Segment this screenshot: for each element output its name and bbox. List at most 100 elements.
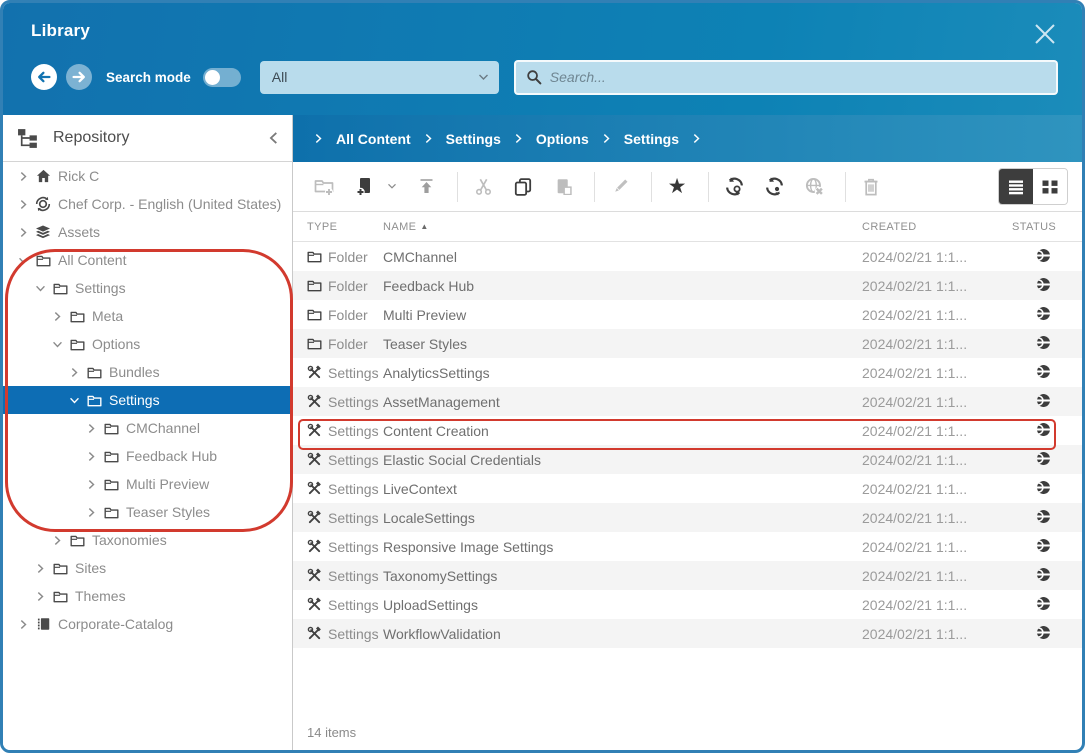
chevron-right-icon[interactable] — [51, 311, 63, 322]
table-row[interactable]: Settings AnalyticsSettings 2024/02/21 1:… — [293, 358, 1082, 387]
tree-item-settings[interactable]: Settings — [3, 274, 292, 302]
publish-button[interactable] — [717, 170, 751, 204]
content-name: CMChannel — [383, 249, 862, 265]
tree-item-taxonomies[interactable]: Taxonomies — [3, 526, 292, 554]
created-date: 2024/02/21 1:1... — [862, 336, 1012, 352]
new-content-dropdown-chevron-icon[interactable] — [381, 170, 403, 204]
content-name: WorkflowValidation — [383, 626, 862, 642]
chevron-right-icon[interactable] — [85, 451, 97, 462]
table-row[interactable]: Settings UploadSettings 2024/02/21 1:1..… — [293, 590, 1082, 619]
type-label: Folder — [328, 249, 368, 265]
chevron-expanded-icon[interactable] — [34, 283, 46, 294]
close-icon[interactable] — [1030, 19, 1060, 49]
folder-icon — [69, 310, 85, 323]
table-row[interactable]: Settings Responsive Image Settings 2024/… — [293, 532, 1082, 561]
publication-status-icon — [1036, 480, 1051, 498]
table-row[interactable]: Folder Multi Preview 2024/02/21 1:1... — [293, 300, 1082, 329]
cut-button[interactable] — [466, 170, 500, 204]
created-date: 2024/02/21 1:1... — [862, 365, 1012, 381]
chevron-right-icon[interactable] — [85, 507, 97, 518]
forward-button[interactable] — [66, 64, 92, 90]
tree-item-options[interactable]: Options — [3, 330, 292, 358]
table-row[interactable]: Folder Teaser Styles 2024/02/21 1:1... — [293, 329, 1082, 358]
withdraw-globe-button[interactable] — [797, 170, 831, 204]
view-mode-toggle — [998, 168, 1068, 205]
breadcrumb-item-settings-2[interactable]: Settings — [624, 131, 679, 147]
sidebar-title: Repository — [53, 129, 269, 147]
tree-item-meta[interactable]: Meta — [3, 302, 292, 330]
table-row[interactable]: Settings WorkflowValidation 2024/02/21 1… — [293, 619, 1082, 648]
tree-item-assets[interactable]: Assets — [3, 218, 292, 246]
new-content-button[interactable] — [347, 170, 381, 204]
chevron-right-icon[interactable] — [34, 563, 46, 574]
column-header-status[interactable]: STATUS — [1012, 221, 1074, 233]
search-mode-toggle[interactable] — [203, 68, 241, 87]
table-row[interactable]: Settings AssetManagement 2024/02/21 1:1.… — [293, 387, 1082, 416]
tree-item-label: Chef Corp. - English (United States) — [58, 196, 281, 212]
new-folder-button[interactable] — [307, 170, 341, 204]
tree-item-corporate-catalog[interactable]: Corporate-Catalog — [3, 610, 292, 638]
chevron-expanded-icon[interactable] — [68, 395, 80, 406]
table-row[interactable]: Settings TaxonomySettings 2024/02/21 1:1… — [293, 561, 1082, 590]
breadcrumb-item-settings[interactable]: Settings — [446, 131, 501, 147]
tree-item-all-content[interactable]: All Content — [3, 246, 292, 274]
chevron-right-icon[interactable] — [17, 199, 29, 210]
tree-item-multi-preview[interactable]: Multi Preview — [3, 470, 292, 498]
thumbnail-view-button[interactable] — [1033, 169, 1067, 204]
tree-item-rick-c[interactable]: Rick C — [3, 162, 292, 190]
delete-trash-button[interactable] — [854, 170, 888, 204]
item-count: 14 items — [293, 725, 1082, 750]
tree-item-themes[interactable]: Themes — [3, 582, 292, 610]
list-view-button[interactable] — [999, 169, 1033, 204]
chevron-right-icon[interactable] — [85, 479, 97, 490]
tree-item-sites[interactable]: Sites — [3, 554, 292, 582]
publication-status-icon — [1036, 509, 1051, 527]
breadcrumb-chevron-icon — [315, 133, 322, 144]
content-name: LocaleSettings — [383, 510, 862, 526]
tree-item-cmchannel[interactable]: CMChannel — [3, 414, 292, 442]
table-row[interactable]: Folder CMChannel 2024/02/21 1:1... — [293, 242, 1082, 271]
chevron-right-icon[interactable] — [17, 171, 29, 182]
search-input[interactable] — [550, 69, 1046, 85]
breadcrumb-item-all-content[interactable]: All Content — [336, 131, 411, 147]
chevron-right-icon[interactable] — [17, 227, 29, 238]
breadcrumb-item-options[interactable]: Options — [536, 131, 589, 147]
publication-status-icon — [1036, 451, 1051, 469]
tree-item-teaser-styles[interactable]: Teaser Styles — [3, 498, 292, 526]
content-name: Feedback Hub — [383, 278, 862, 294]
bookmark-star-button[interactable]: ★ — [660, 170, 694, 204]
bulk-publish-button[interactable] — [757, 170, 791, 204]
table-row[interactable]: Folder Feedback Hub 2024/02/21 1:1... — [293, 271, 1082, 300]
table-row-content-creation[interactable]: Settings Content Creation 2024/02/21 1:1… — [293, 416, 1082, 445]
chevron-right-icon[interactable] — [68, 367, 80, 378]
back-button[interactable] — [31, 64, 57, 90]
chevron-right-icon[interactable] — [51, 535, 63, 546]
chevron-expanded-icon[interactable] — [51, 339, 63, 350]
table-row[interactable]: Settings Elastic Social Credentials 2024… — [293, 445, 1082, 474]
column-header-type[interactable]: TYPE — [307, 221, 383, 233]
paste-button[interactable] — [546, 170, 580, 204]
catalog-icon — [35, 617, 51, 631]
type-label: Folder — [328, 336, 368, 352]
copy-button[interactable] — [506, 170, 540, 204]
tree-item-feedback-hub[interactable]: Feedback Hub — [3, 442, 292, 470]
tree-item-settings-selected[interactable]: Settings — [3, 386, 292, 414]
tree-item-chef-corp[interactable]: Chef Corp. - English (United States) — [3, 190, 292, 218]
edit-pencil-button[interactable] — [603, 170, 637, 204]
table-row[interactable]: Settings LiveContext 2024/02/21 1:1... — [293, 474, 1082, 503]
chevron-right-icon[interactable] — [85, 423, 97, 434]
chevron-right-icon[interactable] — [34, 591, 46, 602]
created-date: 2024/02/21 1:1... — [862, 539, 1012, 555]
tree-item-bundles[interactable]: Bundles — [3, 358, 292, 386]
column-header-name[interactable]: NAME▲ — [383, 221, 862, 233]
upload-button[interactable] — [409, 170, 443, 204]
column-header-created[interactable]: CREATED — [862, 221, 1012, 233]
content-type-dropdown[interactable]: All — [260, 61, 499, 94]
chevron-expanded-icon[interactable] — [17, 255, 29, 266]
tree-item-label: Multi Preview — [126, 476, 209, 492]
content-name: Elastic Social Credentials — [383, 452, 862, 468]
chevron-right-icon[interactable] — [17, 619, 29, 630]
created-date: 2024/02/21 1:1... — [862, 481, 1012, 497]
collapse-sidebar-icon[interactable] — [269, 131, 278, 145]
table-row[interactable]: Settings LocaleSettings 2024/02/21 1:1..… — [293, 503, 1082, 532]
